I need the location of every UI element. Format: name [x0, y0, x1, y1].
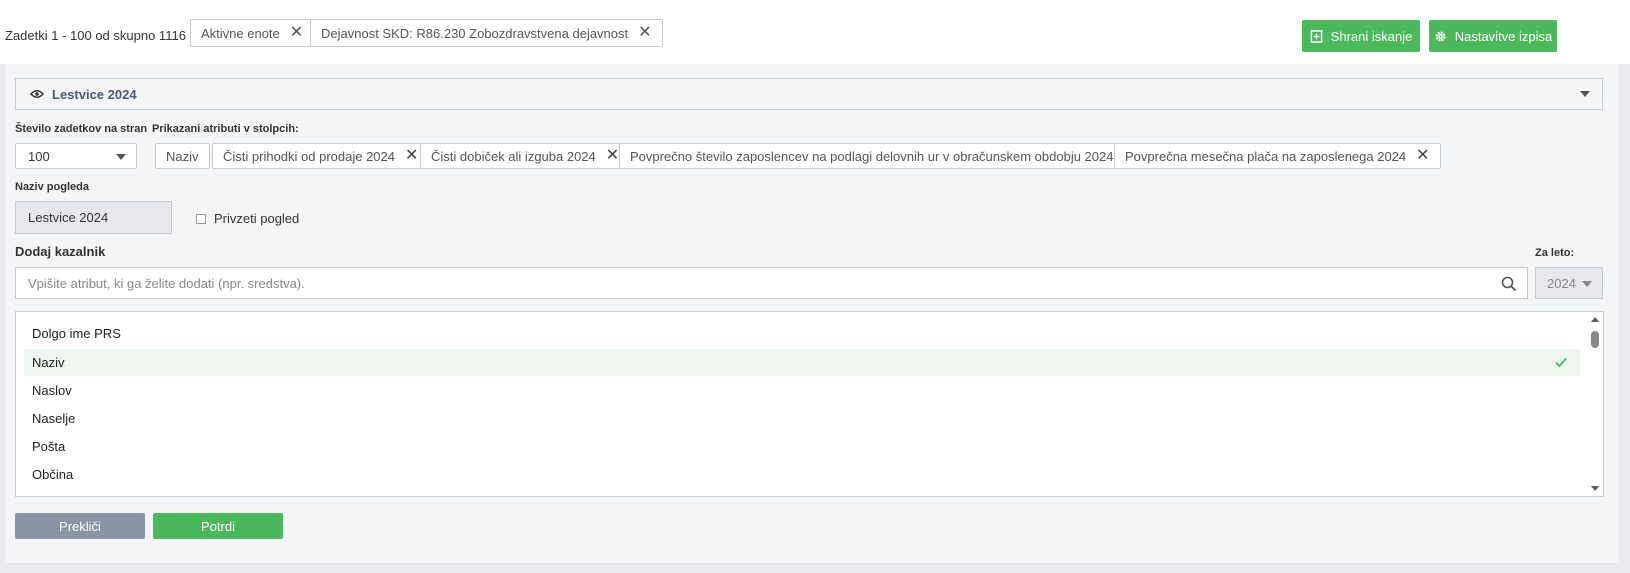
records-per-page-value: 100: [28, 148, 50, 164]
list-item-label: Naziv: [32, 355, 65, 370]
attribute-chip-label: Čisti prihodki od prodaje 2024: [223, 148, 395, 164]
list-item[interactable]: Pošta: [24, 433, 1580, 460]
attribute-chip: Povprečna mesečna plača na zaposlenega 2…: [1114, 143, 1441, 169]
close-icon[interactable]: ✕: [638, 25, 651, 41]
result-count: Zadetki 1 - 100 od skupno 1116: [5, 28, 186, 43]
attribute-chip-label: Povprečno število zaposlencev na podlagi…: [630, 148, 1114, 164]
close-icon[interactable]: ✕: [606, 148, 619, 164]
records-per-page-select[interactable]: 100: [15, 143, 137, 169]
view-name-field[interactable]: Lestvice 2024: [15, 201, 172, 234]
year-label: Za leto:: [1535, 247, 1575, 259]
eye-icon: [30, 90, 44, 98]
gear-icon: [1435, 30, 1446, 42]
bookmark-add-icon: [1310, 29, 1323, 43]
scroll-thumb[interactable]: [1591, 331, 1599, 348]
list-item-label: Naselje: [32, 411, 76, 426]
cancel-button[interactable]: Prekliči: [15, 513, 145, 539]
list-item[interactable]: Naselje: [24, 405, 1580, 432]
attribute-chip-label: Povprečna mesečna plača na zaposlenega 2…: [1125, 148, 1407, 164]
default-view-option[interactable]: Privzeti pogled: [196, 211, 299, 226]
attribute-search-input[interactable]: Vpišite atribut, ki ga želite dodati (np…: [15, 267, 1528, 299]
output-settings-button[interactable]: Nastavitve izpisa: [1429, 20, 1557, 52]
filter-chip-activity: Dejavnost SKD: R86.230 Zobozdravstvena d…: [310, 19, 663, 47]
close-icon[interactable]: ✕: [405, 148, 418, 164]
list-item-label: Pošta: [32, 439, 66, 454]
list-item-label: Občina: [32, 467, 74, 482]
list-item[interactable]: Občina: [24, 461, 1580, 488]
attribute-chip-label: Naziv: [166, 148, 199, 164]
filter-chip-label: Aktivne enote: [201, 25, 280, 41]
filter-chip-label: Dejavnost SKD: R86.230 Zobozdravstvena d…: [321, 25, 629, 41]
list-item[interactable]: Dolgo ime PRS: [24, 320, 1580, 347]
list-item-label: Naslov: [32, 383, 72, 398]
shown-attributes-label: Prikazani atributi v stolpcih:: [152, 123, 299, 135]
filter-chip-active-units: Aktivne enote ✕: [190, 19, 315, 47]
chevron-down-icon: [1582, 281, 1592, 287]
attribute-chip: Čisti dobiček ali izguba 2024 ✕: [420, 143, 631, 169]
output-settings-label: Nastavitve izpisa: [1454, 28, 1553, 44]
scroll-up-arrow-icon[interactable]: [1591, 317, 1599, 322]
chevron-down-icon: [1580, 91, 1590, 97]
save-search-label: Shrani iskanje: [1330, 28, 1413, 44]
attribute-list: Dolgo ime PRS Naziv Naslov Naselje Pošta…: [15, 311, 1604, 497]
default-view-checkbox[interactable]: [196, 213, 206, 224]
year-select[interactable]: 2024: [1535, 267, 1603, 299]
list-item-label: Dolgo ime PRS: [32, 326, 121, 341]
search-placeholder: Vpišite atribut, ki ga želite dodati (np…: [28, 275, 305, 291]
checkmark-icon: [1555, 357, 1567, 368]
view-accordion-header[interactable]: Lestvice 2024: [15, 78, 1603, 110]
top-bar: Zadetki 1 - 100 od skupno 1116 Aktivne e…: [0, 0, 1630, 64]
chevron-down-icon: [116, 154, 126, 160]
attribute-chip: Čisti prihodki od prodaje 2024 ✕: [212, 143, 430, 169]
attribute-chip: Naziv: [155, 143, 210, 169]
default-view-label: Privzeti pogled: [214, 211, 300, 226]
view-name-label: Naziv pogleda: [15, 181, 89, 193]
scroll-down-arrow-icon[interactable]: [1591, 486, 1599, 491]
close-icon[interactable]: ✕: [1416, 148, 1429, 164]
year-value: 2024: [1547, 275, 1576, 291]
attribute-chip: Povprečno število zaposlencev na podlagi…: [619, 143, 1148, 169]
search-icon: [1501, 276, 1517, 292]
view-title: Lestvice 2024: [52, 86, 137, 102]
scrollbar[interactable]: [1585, 312, 1603, 496]
records-per-page-label: Število zadetkov na stran: [15, 123, 148, 135]
view-name-value: Lestvice 2024: [28, 210, 109, 225]
add-indicator-heading: Dodaj kazalnik: [15, 244, 106, 259]
save-search-button[interactable]: Shrani iskanje: [1302, 20, 1420, 52]
list-item[interactable]: Naziv: [24, 349, 1580, 376]
list-item[interactable]: Naslov: [24, 377, 1580, 404]
close-icon[interactable]: ✕: [290, 25, 303, 41]
confirm-button[interactable]: Potrdi: [153, 513, 283, 539]
attribute-chip-label: Čisti dobiček ali izguba 2024: [431, 148, 596, 164]
